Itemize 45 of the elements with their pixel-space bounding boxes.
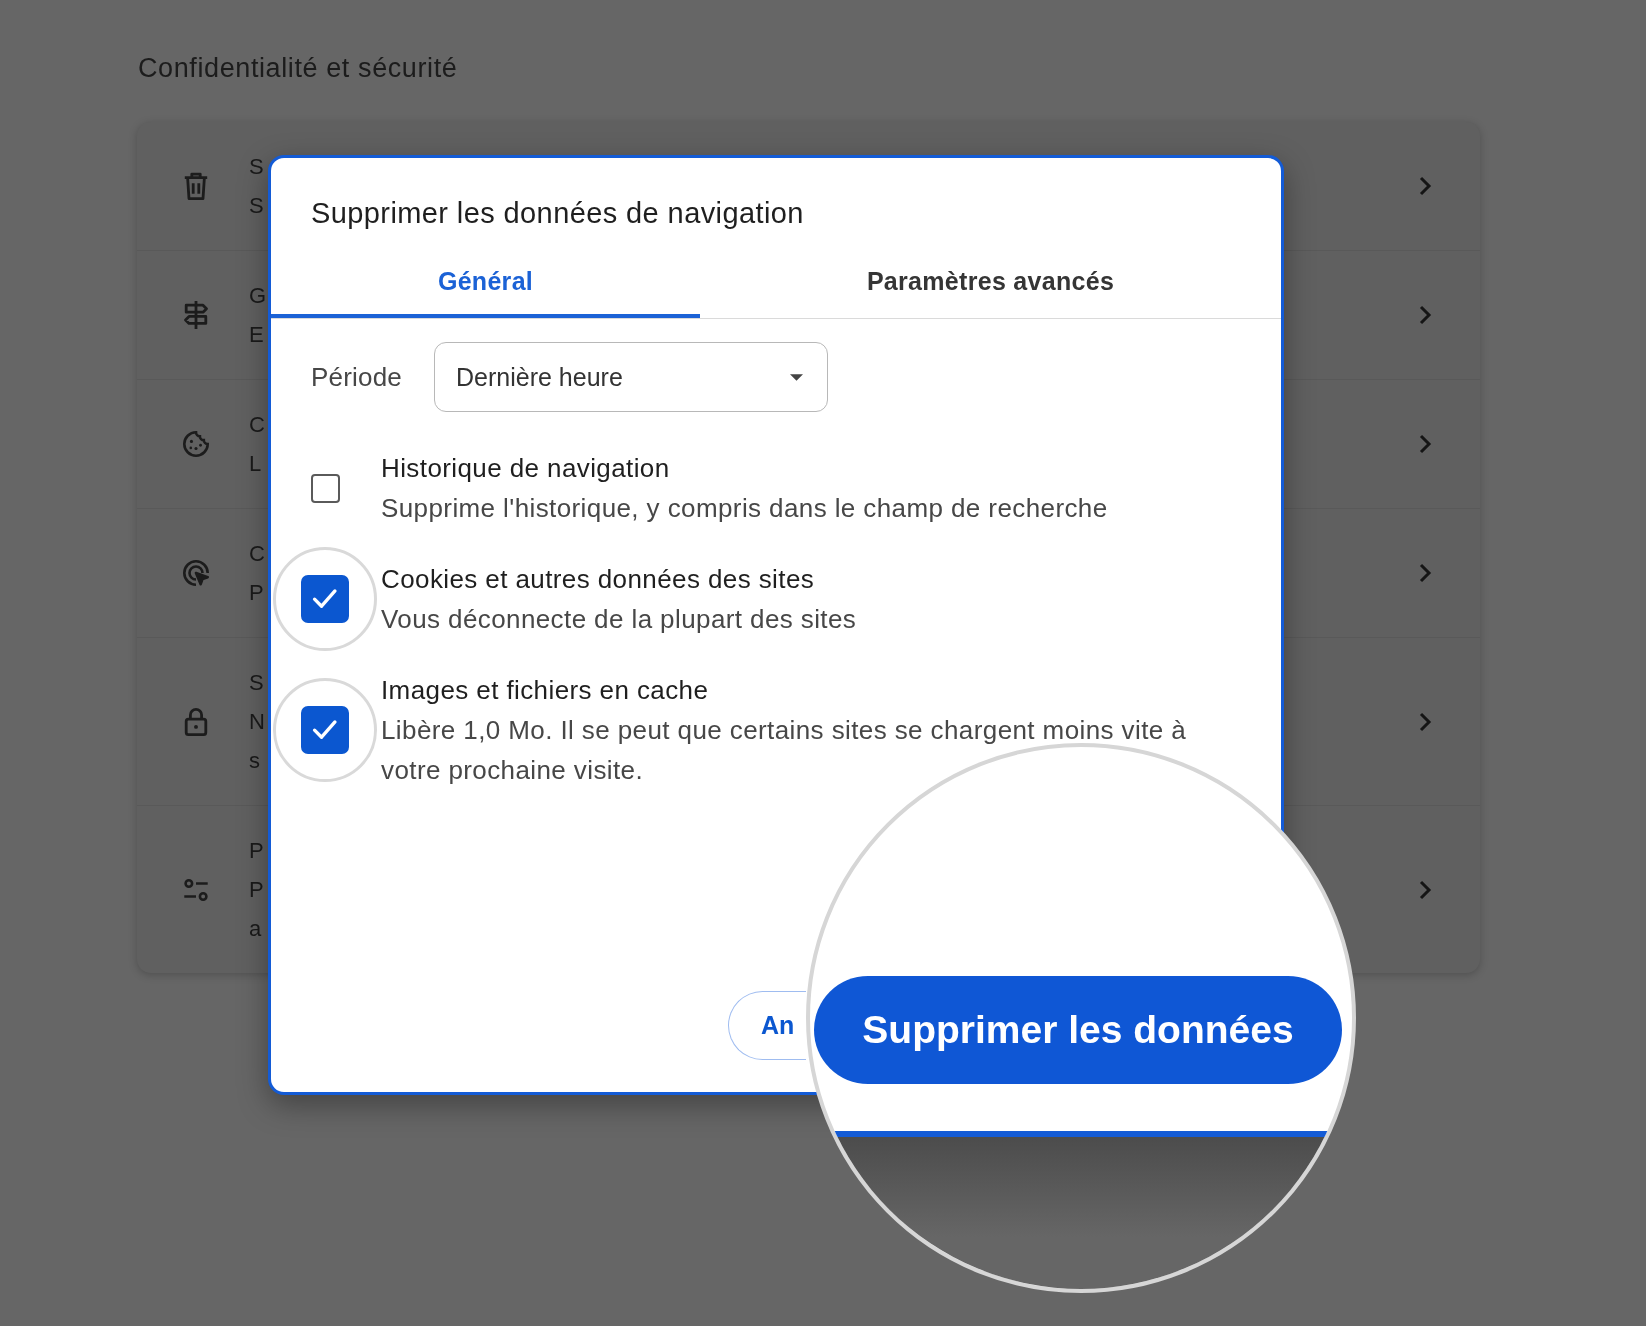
chevron-right-icon[interactable] [1418,433,1432,455]
chevron-right-icon[interactable] [1418,304,1432,326]
cookie-icon [183,430,209,458]
setting-description: P [249,876,264,904]
trash-icon [183,172,209,200]
setting-description: S [249,192,264,220]
setting-title: S [249,669,264,697]
cursor-target-icon [183,559,209,587]
setting-description: N [249,708,265,736]
setting-description: a [249,915,262,943]
chevron-right-icon[interactable] [1418,175,1432,197]
setting-title: C [249,540,265,568]
cancel-button[interactable]: An [728,991,806,1060]
checkmark-icon [312,588,338,610]
option-description: Libère 1,0 Mo. Il se peut que certains sites se chargent moins vite à votre prochaine visite. [381,714,1188,787]
checkbox[interactable] [301,706,349,754]
setting-title: C [249,411,265,439]
period-label: Période [311,361,403,393]
tab[interactable]: Paramètres avancés [700,248,1281,318]
signpost-icon [183,301,209,329]
checkmark-icon [312,719,338,741]
page-title: Confidentialité et sécurité [138,52,458,85]
setting-title: S [249,153,264,181]
option-title: Historique de navigation [381,452,670,485]
setting-description: s [249,747,260,775]
setting-description: P [249,579,264,607]
option-description: Vous déconnecte de la plupart des sites [381,603,858,636]
checkbox[interactable] [310,473,340,503]
setting-description: L [249,450,262,478]
caret-down-icon [790,373,804,381]
period-dropdown[interactable]: Dernière heure [434,342,829,412]
lock-icon [183,707,209,736]
setting-title: P [249,837,264,865]
dialog-title: Supprimer les données de navigation [311,196,804,231]
option-title: Images et fichiers en cache [381,674,709,707]
checkbox[interactable] [301,575,349,623]
delete-data-button[interactable]: Supprimer les données [814,976,1342,1084]
tab[interactable]: Général [271,248,700,318]
chevron-right-icon[interactable] [1418,562,1432,584]
setting-description: E [249,321,264,349]
option-description: Supprime l'historique, y compris dans le champ de recherche [381,492,1109,525]
setting-title: G [249,282,267,310]
option-title: Cookies et autres données des sites [381,563,815,596]
chevron-right-icon[interactable] [1418,878,1432,901]
chevron-right-icon[interactable] [1418,710,1432,733]
